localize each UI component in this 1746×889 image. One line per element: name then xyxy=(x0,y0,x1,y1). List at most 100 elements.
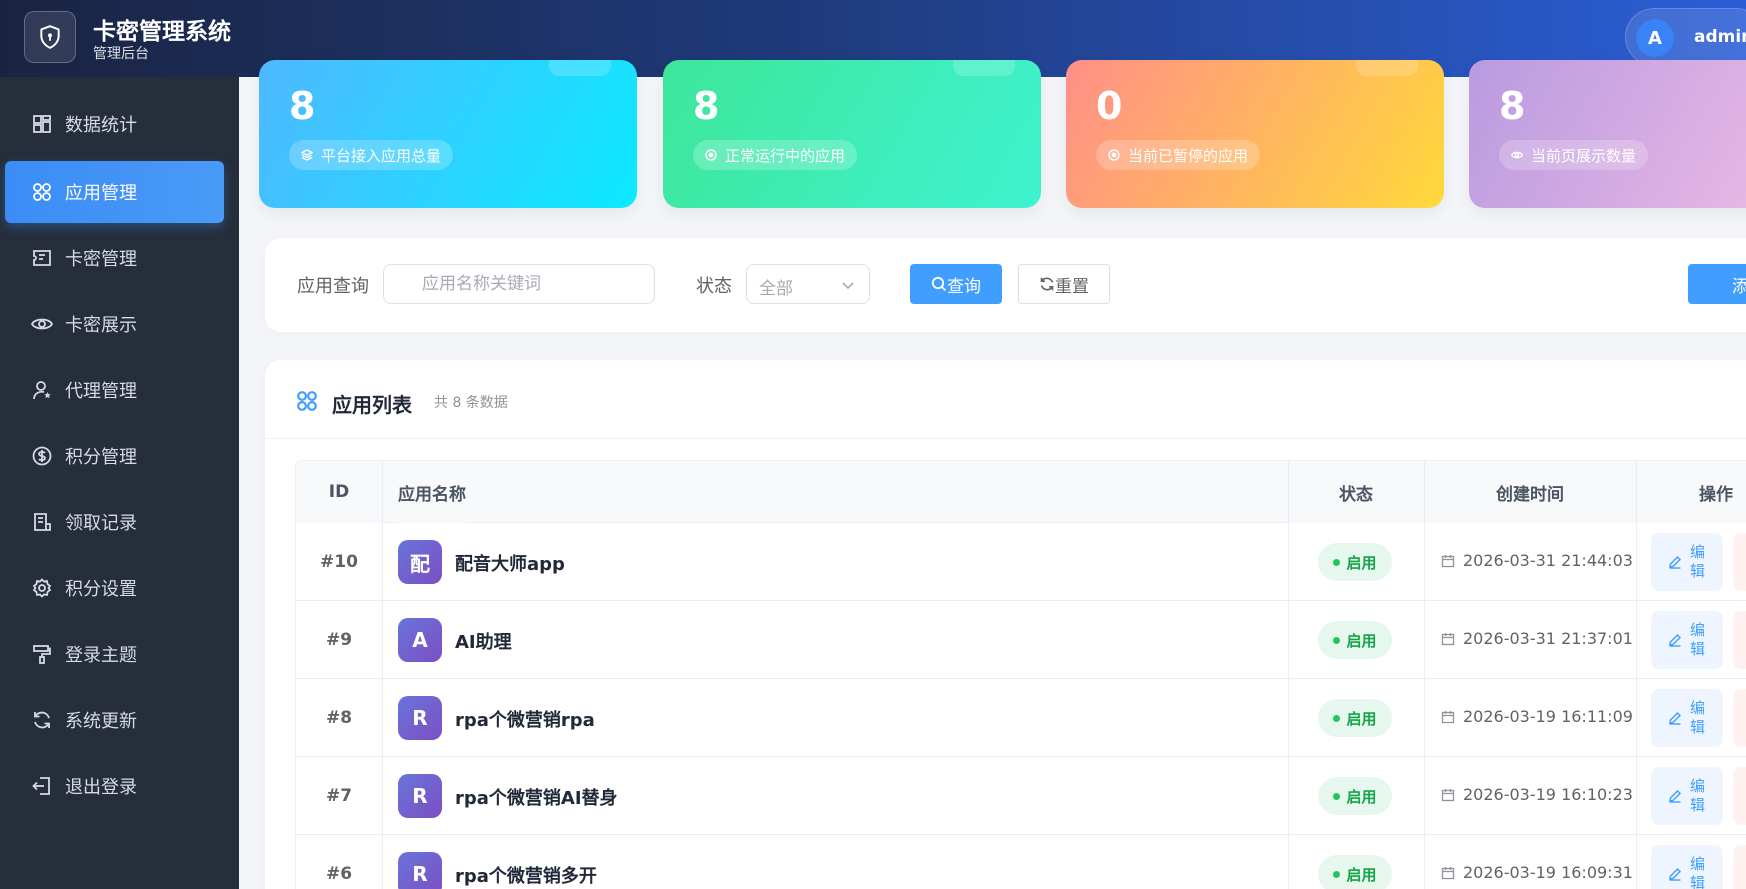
list-divider xyxy=(265,438,1746,439)
delete-button[interactable] xyxy=(1733,533,1746,591)
stat-card-tab xyxy=(549,60,611,76)
stat-card-paused: 0 当前已暂停的应用 xyxy=(1066,60,1444,208)
stat-value: 8 xyxy=(1499,84,1526,128)
created-time: 2026-03-31 21:44:03 xyxy=(1441,551,1633,570)
sidebar-item-card-display[interactable]: 卡密展示 xyxy=(5,293,224,355)
sidebar-item-logout[interactable]: 退出登录 xyxy=(5,755,224,817)
app-icon: R xyxy=(398,696,442,740)
user-menu[interactable]: A admin xyxy=(1625,8,1746,66)
apps-table: ID 应用名称 状态 创建时间 操作 #10 配 配音大师app 启用 2026… xyxy=(295,460,1746,889)
status-dot xyxy=(1333,714,1341,722)
status-dot xyxy=(1333,792,1341,800)
app-icon: A xyxy=(398,618,442,662)
edit-button-label: 编辑 xyxy=(1690,777,1706,814)
created-time: 2026-03-31 21:37:01 xyxy=(1441,629,1633,648)
app-name: 配音大师app xyxy=(455,554,565,575)
coin-icon xyxy=(31,445,53,467)
status-label: 状态 xyxy=(696,276,732,297)
table-row: #6 R rpa个微营销多开 启用 2026-03-19 16:09:31 编辑 xyxy=(296,835,1746,889)
sidebar-item-points[interactable]: 积分管理 xyxy=(5,425,224,487)
query-button-label: 查询 xyxy=(947,276,981,297)
status-badge-text: 启用 xyxy=(1346,631,1377,650)
sidebar-item-label: 积分设置 xyxy=(65,579,137,600)
table-row: #8 R rpa个微营销rpa 启用 2026-03-19 16:11:09 编… xyxy=(296,679,1746,757)
sidebar-item-apps[interactable]: 应用管理 xyxy=(5,161,224,223)
target-icon xyxy=(705,149,717,161)
edit-button-label: 编辑 xyxy=(1690,621,1706,658)
sidebar-item-label: 退出登录 xyxy=(65,777,137,798)
stat-caption-text: 当前页展示数量 xyxy=(1531,146,1637,165)
sidebar-item-label: 领取记录 xyxy=(65,513,137,534)
created-time-text: 2026-03-19 16:10:23 xyxy=(1463,785,1633,804)
add-app-button[interactable]: 添 xyxy=(1688,264,1746,304)
calendar-icon xyxy=(1441,788,1455,801)
status-dot xyxy=(1333,558,1341,566)
dashboard-icon xyxy=(31,113,53,135)
edit-button[interactable]: 编辑 xyxy=(1651,533,1723,591)
edit-button[interactable]: 编辑 xyxy=(1651,611,1723,669)
shield-logo-icon xyxy=(24,11,76,63)
status-badge: 启用 xyxy=(1318,621,1392,659)
created-time-text: 2026-03-19 16:11:09 xyxy=(1463,707,1633,726)
column-header-id: ID xyxy=(296,461,382,523)
sidebar-item-point-settings[interactable]: 积分设置 xyxy=(5,557,224,619)
column-header-actions: 操作 xyxy=(1636,461,1746,523)
sidebar-item-system-update[interactable]: 系统更新 xyxy=(5,689,224,751)
edit-button-label: 编辑 xyxy=(1690,699,1706,736)
pencil-icon xyxy=(1669,790,1681,803)
calendar-icon xyxy=(1441,710,1455,723)
delete-button[interactable] xyxy=(1733,767,1746,825)
app-name: AI助理 xyxy=(455,632,512,653)
sidebar-item-records[interactable]: 领取记录 xyxy=(5,491,224,553)
status-badge: 启用 xyxy=(1318,777,1392,815)
reset-button-label: 重置 xyxy=(1055,276,1089,297)
chevron-down-icon xyxy=(842,282,854,290)
target-icon xyxy=(1108,149,1120,161)
delete-button[interactable] xyxy=(1733,845,1746,889)
status-select[interactable]: 全部 xyxy=(746,264,870,304)
stat-value: 8 xyxy=(693,84,720,128)
row-id: #10 xyxy=(320,552,358,572)
table-row: #7 R rpa个微营销AI替身 启用 2026-03-19 16:10:23 … xyxy=(296,757,1746,835)
status-badge: 启用 xyxy=(1318,855,1392,889)
document-icon xyxy=(31,511,53,533)
edit-button[interactable]: 编辑 xyxy=(1651,689,1723,747)
edit-button-label: 编辑 xyxy=(1690,543,1706,580)
username: admin xyxy=(1694,27,1746,47)
column-header-name: 应用名称 xyxy=(398,461,466,523)
status-badge-text: 启用 xyxy=(1346,709,1377,728)
reset-button[interactable]: 重置 xyxy=(1018,264,1110,304)
search-icon xyxy=(931,276,947,292)
sidebar: 数据统计 应用管理 卡密管理 卡密展示 代理管理 积分管理 领取记录 积分设置 … xyxy=(0,77,239,889)
apps-icon xyxy=(297,391,317,411)
status-select-value: 全部 xyxy=(759,279,793,299)
row-id: #9 xyxy=(325,630,353,650)
sidebar-item-label: 系统更新 xyxy=(65,711,137,732)
delete-button[interactable] xyxy=(1733,689,1746,747)
list-count: 共 8 条数据 xyxy=(434,395,508,411)
search-input[interactable] xyxy=(383,264,655,304)
sidebar-item-agents[interactable]: 代理管理 xyxy=(5,359,224,421)
created-time-text: 2026-03-19 16:09:31 xyxy=(1463,863,1633,882)
logout-icon xyxy=(31,775,53,797)
sidebar-item-login-theme[interactable]: 登录主题 xyxy=(5,623,224,685)
table-row: #10 配 配音大师app 启用 2026-03-31 21:44:03 编辑 xyxy=(296,523,1746,601)
app-title: 卡密管理系统 xyxy=(93,19,231,45)
delete-button[interactable] xyxy=(1733,611,1746,669)
row-id: #8 xyxy=(325,708,353,728)
calendar-icon xyxy=(1441,866,1455,879)
row-id: #7 xyxy=(325,786,353,806)
status-dot xyxy=(1333,636,1341,644)
created-time: 2026-03-19 16:10:23 xyxy=(1441,785,1633,804)
edit-button[interactable]: 编辑 xyxy=(1651,767,1723,825)
pencil-icon xyxy=(1669,556,1681,569)
paint-roller-icon xyxy=(31,643,53,665)
pencil-icon xyxy=(1669,868,1681,881)
sidebar-item-dashboard[interactable]: 数据统计 xyxy=(5,93,224,155)
query-button[interactable]: 查询 xyxy=(910,264,1002,304)
edit-button[interactable]: 编辑 xyxy=(1651,845,1723,889)
stat-card-tab xyxy=(953,60,1015,76)
stat-caption-text: 平台接入应用总量 xyxy=(321,146,442,165)
sidebar-item-cards[interactable]: 卡密管理 xyxy=(5,227,224,289)
refresh-icon xyxy=(31,709,53,731)
